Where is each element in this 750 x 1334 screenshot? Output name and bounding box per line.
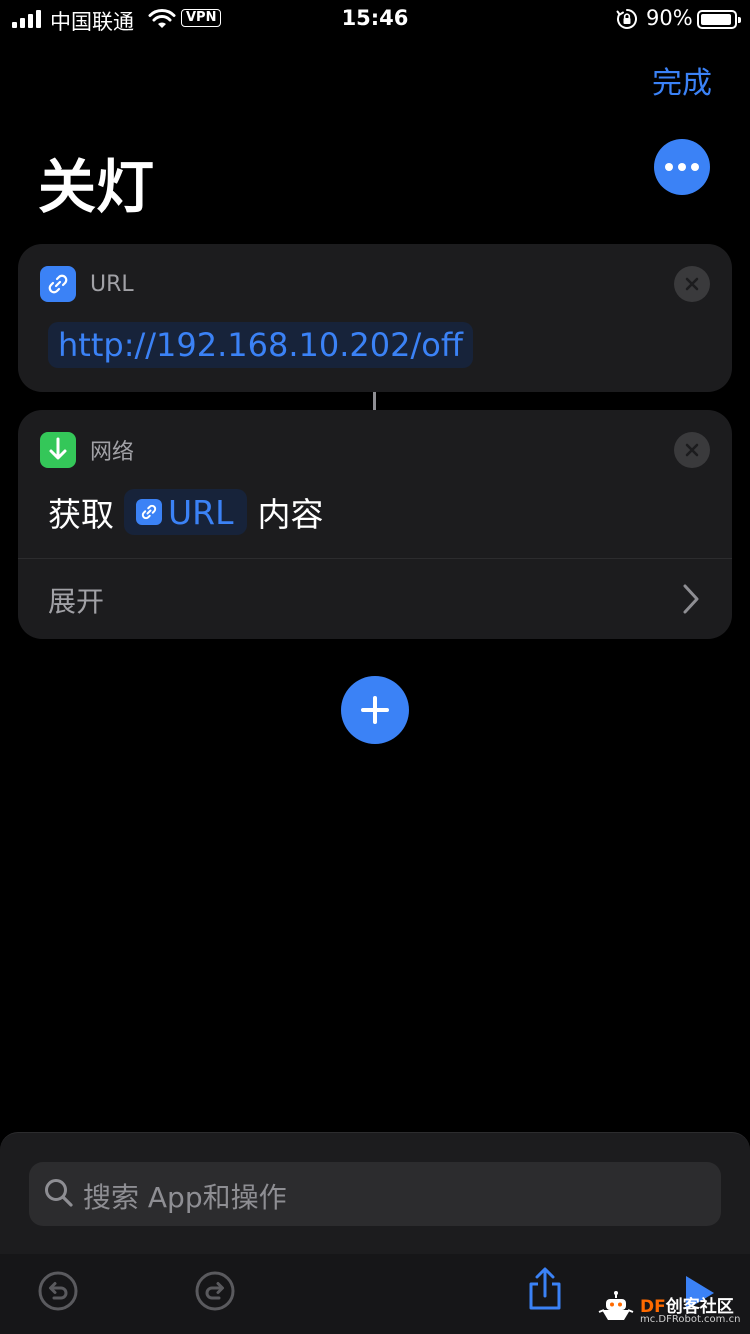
link-icon [40,266,76,302]
ellipsis-icon [665,163,673,171]
action-app-label: URL [90,271,134,297]
battery-icon [697,10,741,29]
watermark: DF创客社区 mc.DFRobot.com.cn [598,1286,744,1332]
redo-icon[interactable] [192,1268,238,1314]
search-icon [45,1179,73,1207]
url-variable-token[interactable]: URL [124,489,248,535]
more-options-button[interactable] [654,139,710,195]
action-app-label: 网络 [90,440,135,465]
done-button[interactable]: 完成 [652,58,712,102]
action-suffix: 内容 [257,495,324,534]
close-icon [685,443,699,457]
remove-action-button[interactable] [674,266,710,302]
status-bar: 中国联通 VPN 15:46 90% [0,0,750,40]
page-title: 关灯 [38,153,155,221]
action-header: 网络 [40,432,134,468]
watermark-url: mc.DFRobot.com.cn [640,1314,741,1325]
robot-logo-icon [598,1291,634,1320]
action-header: URL [40,266,134,302]
undo-icon[interactable] [35,1268,81,1314]
actions-search-sheet: 搜索 App和操作 [0,1132,750,1254]
share-icon[interactable] [522,1266,568,1312]
add-action-button[interactable] [341,676,409,744]
link-icon [136,499,162,525]
download-arrow-icon [40,432,76,468]
remove-action-button[interactable] [674,432,710,468]
chevron-right-icon[interactable] [680,582,702,616]
search-input[interactable]: 搜索 App和操作 [29,1162,721,1226]
close-icon [685,277,699,291]
plus-icon [361,696,389,724]
action-connector [373,392,376,410]
url-value-field[interactable]: http://192.168.10.202/off [48,322,473,368]
variable-label: URL [168,492,234,532]
action-prefix: 获取 [48,495,114,534]
expand-label[interactable]: 展开 [48,580,104,620]
action-sentence: 获取 URL 内容 [48,488,323,536]
get-contents-action-card[interactable]: 网络 获取 URL 内容 展开 [18,410,732,639]
url-action-card[interactable]: URL http://192.168.10.202/off [18,244,732,392]
battery-percent: 90% [646,6,693,30]
search-placeholder: 搜索 App和操作 [83,1181,287,1214]
shortcut-editor: 中国联通 VPN 15:46 90% 完成 关灯 URL http://192.… [0,0,750,1334]
rotation-lock-icon [616,9,637,29]
divider [18,558,732,559]
